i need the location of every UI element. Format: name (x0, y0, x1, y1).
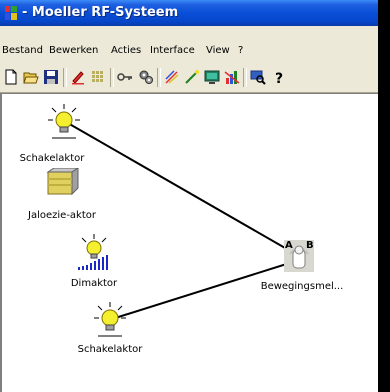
key-icon[interactable] (116, 68, 134, 86)
app-icon (5, 6, 17, 20)
toolbar-separator (243, 68, 247, 87)
gears-icon[interactable] (137, 68, 155, 86)
device-label: Bewegingsmel... (260, 281, 344, 292)
edit-pencil-icon[interactable] (69, 68, 87, 86)
save-icon[interactable] (42, 68, 60, 86)
device-dimaktor[interactable] (76, 234, 112, 274)
svg-text:?: ? (275, 71, 283, 85)
device-label: Schakelaktor (77, 344, 143, 355)
bulb-icon (94, 302, 126, 337)
device-bewegingsmelder[interactable]: A B (282, 240, 316, 272)
title-bar[interactable]: - Moeller RF-Systeem (0, 0, 378, 26)
chart-icon[interactable] (223, 68, 241, 86)
search-icon[interactable] (249, 68, 267, 86)
monitor-icon[interactable] (203, 68, 221, 86)
menu-bewerken[interactable]: Bewerken (49, 45, 98, 56)
badge-b: B (306, 240, 314, 251)
dimmer-bulb-icon (78, 234, 108, 270)
toolbar: ? (0, 64, 378, 93)
menu-acties[interactable]: Acties (111, 45, 141, 56)
device-schakelaktor-1[interactable] (46, 104, 82, 144)
new-file-icon[interactable] (2, 68, 20, 86)
device-jaloezie-aktor[interactable] (44, 167, 80, 200)
help-icon[interactable]: ? (270, 68, 288, 86)
app-window: - Moeller RF-Systeem Bestand Bewerken Ac… (0, 0, 378, 392)
menu-help[interactable]: ? (238, 45, 243, 56)
sparkle-icon[interactable] (163, 68, 181, 86)
toolbar-separator (63, 68, 67, 87)
device-label: Dimaktor (70, 278, 118, 289)
grid-icon[interactable] (89, 68, 107, 86)
menu-view[interactable]: View (206, 45, 230, 56)
open-folder-icon[interactable] (22, 68, 40, 86)
device-label: Jaloezie-aktor (28, 210, 96, 221)
device-schakelaktor-2[interactable] (92, 302, 128, 342)
wand-icon[interactable] (183, 68, 201, 86)
badge-a: A (285, 240, 293, 251)
device-label: Schakelaktor (19, 153, 85, 164)
menu-bar: Bestand Bewerken Acties Interface View ? (0, 26, 378, 64)
menu-bestand[interactable]: Bestand (2, 45, 43, 56)
toolbar-separator (110, 68, 114, 87)
toolbar-separator (157, 68, 161, 87)
window-title: - Moeller RF-Systeem (22, 5, 179, 20)
menu-interface[interactable]: Interface (150, 45, 195, 56)
bulb-icon (48, 104, 80, 139)
blind-icon (46, 167, 80, 196)
